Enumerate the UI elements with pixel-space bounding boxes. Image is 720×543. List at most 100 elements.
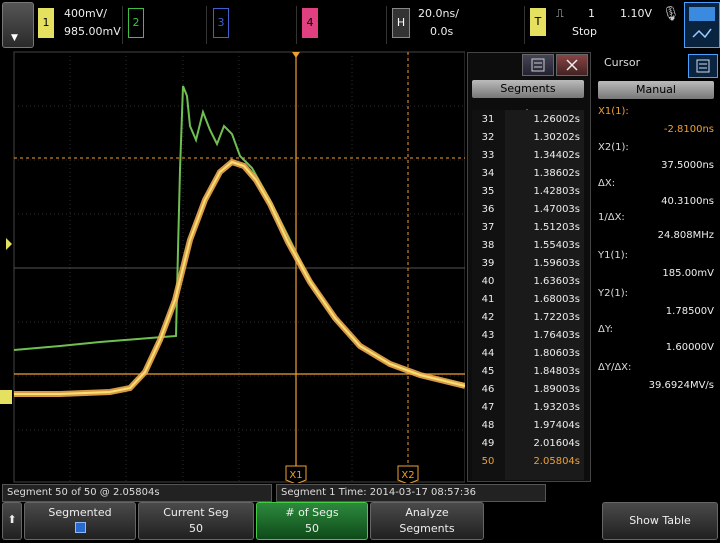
- segment-number: 40: [481, 276, 495, 287]
- close-icon[interactable]: [556, 54, 588, 76]
- table-row[interactable]: 49 2.01604s: [472, 436, 584, 453]
- segment-time: 1.42803s: [533, 186, 580, 197]
- cursor-x2-label: X2: [401, 470, 414, 481]
- segment-time: 2.01604s: [533, 438, 580, 449]
- x1-value: -2.8100ns: [663, 124, 714, 135]
- table-row[interactable]: 44 1.80603s: [472, 346, 584, 363]
- top-status-bar: ▼ 1 400mV/ 985.00mV 2 3 4 H 20.0ns/ 0.0s…: [0, 0, 720, 50]
- table-row[interactable]: 47 1.93203s: [472, 400, 584, 417]
- y2-label: Y2(1):: [598, 288, 629, 299]
- segment-time: 1.97404s: [533, 420, 580, 431]
- table-row[interactable]: 35 1.42803s: [472, 184, 584, 201]
- channel-1-ground-marker: [0, 390, 12, 404]
- table-row[interactable]: 36 1.47003s: [472, 202, 584, 219]
- segment-time: 1.76403s: [533, 330, 580, 341]
- segment-number: 32: [481, 132, 495, 143]
- segment-time-status: Segment 1 Time: 2014-03-17 08:57:36: [276, 484, 546, 502]
- y1-label: Y1(1):: [598, 250, 629, 261]
- segment-time: 1.93203s: [533, 402, 580, 413]
- checkbox-icon: [25, 522, 135, 536]
- table-row[interactable]: 42 1.72203s: [472, 310, 584, 327]
- channel-4-badge[interactable]: 4: [302, 8, 318, 38]
- channel-2-badge[interactable]: 2: [128, 8, 144, 38]
- channel-3-badge[interactable]: 3: [213, 8, 229, 38]
- ch1-offset: 985.00mV: [64, 25, 121, 38]
- cursor-panel-menu-icon[interactable]: [688, 54, 718, 78]
- microphone-icon[interactable]: 🎙: [662, 6, 680, 34]
- segment-time: 1.72203s: [533, 312, 580, 323]
- segment-number: 31: [481, 114, 495, 125]
- segment-time: 1.38602s: [533, 168, 580, 179]
- segment-time: 1.26002s: [533, 114, 580, 125]
- table-row[interactable]: 38 1.55403s: [472, 238, 584, 255]
- segment-number: 43: [481, 330, 495, 341]
- segment-number: 33: [481, 150, 495, 161]
- segmented-softkey[interactable]: Segmented: [24, 502, 136, 540]
- show-table-softkey[interactable]: Show Table: [602, 502, 718, 540]
- table-row[interactable]: 45 1.84803s: [472, 364, 584, 381]
- ch1-scale: 400mV/: [64, 7, 107, 20]
- dydx-value: 39.6924MV/s: [648, 380, 714, 391]
- segment-time: 1.55403s: [533, 240, 580, 251]
- channel-1-badge[interactable]: 1: [38, 8, 54, 38]
- num-segs-softkey[interactable]: # of Segs 50: [256, 502, 368, 540]
- main-menu-button[interactable]: ▼: [2, 2, 34, 48]
- dy-value: 1.60000V: [665, 342, 714, 353]
- segment-time: 1.68003s: [533, 294, 580, 305]
- sort-up-icon[interactable]: [522, 100, 532, 114]
- inv-dx-value: 24.808MHz: [657, 230, 714, 241]
- table-row[interactable]: 31 1.26002s: [472, 112, 584, 129]
- table-row[interactable]: 43 1.76403s: [472, 328, 584, 345]
- table-row[interactable]: 33 1.34402s: [472, 148, 584, 165]
- table-row[interactable]: 40 1.63603s: [472, 274, 584, 291]
- arrow-up-icon: ⬆: [7, 513, 17, 526]
- segment-number: 50: [481, 456, 495, 467]
- segment-time: 1.63603s: [533, 276, 580, 287]
- dy-label: ΔY:: [598, 324, 613, 335]
- current-seg-softkey[interactable]: Current Seg 50: [138, 502, 254, 540]
- y2-value: 1.78500V: [665, 306, 714, 317]
- segment-number: 45: [481, 366, 495, 377]
- cursor-x1-label: X1: [289, 470, 302, 481]
- segment-time: 1.89003s: [533, 384, 580, 395]
- segment-time: 2.05804s: [533, 456, 580, 467]
- x1-label: X1(1):: [598, 106, 629, 117]
- segment-time: 1.51203s: [533, 222, 580, 233]
- analyze-segments-softkey[interactable]: Analyze Segments: [370, 502, 484, 540]
- cursor-x2-tag: X2: [397, 465, 419, 483]
- table-row[interactable]: 46 1.89003s: [472, 382, 584, 399]
- x2-label: X2(1):: [598, 142, 629, 153]
- table-row[interactable]: 32 1.30202s: [472, 130, 584, 147]
- chevron-down-icon: ▼: [11, 33, 18, 43]
- run-state: Stop: [572, 25, 598, 38]
- cursor-x1-tag: X1: [285, 465, 307, 483]
- table-row[interactable]: 50 2.05804s: [472, 454, 584, 471]
- segment-number: 41: [481, 294, 495, 305]
- table-row[interactable]: 41 1.68003s: [472, 292, 584, 309]
- x2-value: 37.5000ns: [661, 160, 714, 171]
- horizontal-badge[interactable]: H: [392, 8, 410, 38]
- segment-number: 44: [481, 348, 495, 359]
- table-options-icon[interactable]: [522, 54, 554, 76]
- dx-value: 40.3100ns: [661, 196, 714, 207]
- delay: 0.0s: [430, 25, 454, 38]
- segment-number: 39: [481, 258, 495, 269]
- touch-mode-icon[interactable]: [684, 2, 720, 48]
- segment-time: 1.34402s: [533, 150, 580, 161]
- table-row[interactable]: 48 1.97404s: [472, 418, 584, 435]
- segment-number: 37: [481, 222, 495, 233]
- segment-time: 1.30202s: [533, 132, 580, 143]
- table-row[interactable]: 39 1.59603s: [472, 256, 584, 273]
- segment-time: 1.84803s: [533, 366, 580, 377]
- cursor-mode-button[interactable]: Manual: [598, 81, 714, 99]
- dydx-label: ΔY/ΔX:: [598, 362, 632, 373]
- table-row[interactable]: 34 1.38602s: [472, 166, 584, 183]
- segment-number: 38: [481, 240, 495, 251]
- waveform-display[interactable]: X1 X2: [0, 50, 465, 483]
- menu-back-button[interactable]: ⬆: [2, 502, 22, 540]
- table-row[interactable]: 37 1.51203s: [472, 220, 584, 237]
- cursor-panel-title: Cursor: [604, 56, 641, 69]
- trigger-badge[interactable]: T: [530, 8, 546, 36]
- segment-time: 1.59603s: [533, 258, 580, 269]
- inv-dx-label: 1/ΔX:: [598, 212, 625, 223]
